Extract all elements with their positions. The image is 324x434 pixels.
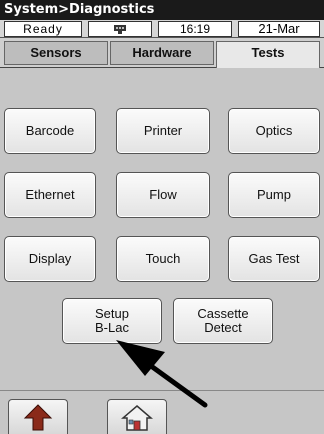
home-button[interactable]	[107, 399, 167, 434]
setup-blac-button[interactable]: Setup B-Lac	[62, 298, 162, 344]
back-button[interactable]	[8, 399, 68, 434]
touch-button[interactable]: Touch	[116, 236, 210, 282]
status-state: Ready	[4, 21, 82, 37]
cassette-detect-button[interactable]: Cassette Detect	[173, 298, 273, 344]
status-date: 21-Mar	[238, 21, 320, 37]
flow-button[interactable]: Flow	[116, 172, 210, 218]
tab-hardware[interactable]: Hardware	[110, 41, 214, 65]
tab-bar: Sensors Hardware Tests	[0, 38, 324, 68]
pump-button[interactable]: Pump	[228, 172, 320, 218]
printer-button[interactable]: Printer	[116, 108, 210, 154]
tab-sensors[interactable]: Sensors	[4, 41, 108, 65]
window-title: System>Diagnostics	[0, 0, 324, 20]
tests-panel: Barcode Printer Optics Ethernet Flow Pum…	[0, 68, 324, 390]
gas-test-button[interactable]: Gas Test	[228, 236, 320, 282]
tab-tests[interactable]: Tests	[216, 41, 320, 68]
status-time: 16:19	[158, 21, 232, 37]
ethernet-button[interactable]: Ethernet	[4, 172, 96, 218]
status-bar: Ready 16:19 21-Mar	[0, 20, 324, 38]
up-arrow-icon	[23, 404, 53, 431]
network-icon	[88, 21, 152, 37]
optics-button[interactable]: Optics	[228, 108, 320, 154]
barcode-button[interactable]: Barcode	[4, 108, 96, 154]
home-icon	[121, 405, 153, 431]
navigation-bar	[0, 390, 324, 434]
display-button[interactable]: Display	[4, 236, 96, 282]
